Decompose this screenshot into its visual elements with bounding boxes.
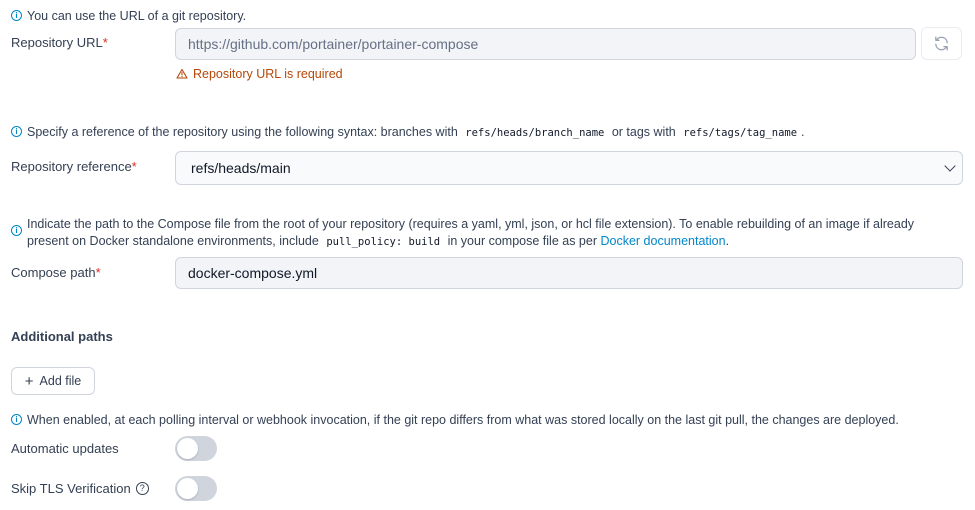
hint-text: or tags with <box>611 125 676 139</box>
add-file-button[interactable]: + Add file <box>11 367 95 395</box>
repo-url-placeholder: https://github.com/portainer/portainer-c… <box>188 36 479 52</box>
hint-text: . <box>725 234 730 248</box>
repo-ref-select[interactable]: refs/heads/main <box>175 151 963 185</box>
repo-ref-hint-text: Specify a reference of the repository us… <box>27 124 805 142</box>
repo-url-error: Repository URL is required <box>176 67 343 81</box>
auto-updates-label: Automatic updates <box>11 441 119 456</box>
docker-documentation-link[interactable]: Docker documentation <box>600 234 725 248</box>
chevron-down-icon <box>944 160 956 172</box>
repo-url-label-text: Repository URL <box>11 35 103 50</box>
info-icon: i <box>11 414 22 425</box>
info-icon: i <box>11 126 22 137</box>
compose-path-input[interactable]: docker-compose.yml <box>175 257 963 289</box>
skip-tls-toggle[interactable] <box>175 476 217 501</box>
auto-updates-hint: i When enabled, at each polling interval… <box>11 412 899 429</box>
hint-text: in your compose file as per <box>447 234 597 248</box>
skip-tls-label: Skip TLS Verification ? <box>11 481 149 496</box>
repo-url-input[interactable]: https://github.com/portainer/portainer-c… <box>175 28 916 60</box>
compose-path-label-text: Compose path <box>11 265 96 280</box>
hint-text: . <box>801 125 805 139</box>
repo-url-hint-text: You can use the URL of a git repository. <box>27 9 247 23</box>
toggle-knob <box>177 478 198 499</box>
repo-ref-value: refs/heads/main <box>191 160 291 176</box>
hint-code: pull_policy: build <box>326 236 441 248</box>
plus-icon: + <box>24 372 34 390</box>
auto-updates-toggle[interactable] <box>175 436 217 461</box>
toggle-knob <box>177 438 198 459</box>
info-icon: i <box>11 225 22 236</box>
alert-triangle-icon <box>176 68 188 79</box>
hint-code: refs/heads/branch_name <box>465 127 605 139</box>
hint-code: refs/tags/tag_name <box>683 127 798 139</box>
refresh-icon <box>935 36 948 51</box>
compose-path-hint: i Indicate the path to the Compose file … <box>11 216 951 251</box>
auto-updates-hint-text: When enabled, at each polling interval o… <box>27 413 899 427</box>
compose-path-label: Compose path* <box>11 265 101 280</box>
add-file-label: Add file <box>39 374 82 388</box>
hint-text: Indicate the path to the Compose file fr… <box>27 217 915 231</box>
required-mark: * <box>131 159 137 174</box>
additional-paths-title: Additional paths <box>11 329 113 344</box>
required-mark: * <box>95 265 101 280</box>
repo-ref-label-text: Repository reference <box>11 159 132 174</box>
hint-text: present on Docker standalone environment… <box>27 234 319 248</box>
repo-url-error-text: Repository URL is required <box>193 67 343 81</box>
repo-url-hint: i You can use the URL of a git repositor… <box>11 8 246 25</box>
required-mark: * <box>102 35 108 50</box>
repo-ref-hint: i Specify a reference of the repository … <box>11 124 805 142</box>
compose-path-hint-text: Indicate the path to the Compose file fr… <box>27 216 914 251</box>
refresh-button[interactable] <box>921 27 962 60</box>
hint-text: Specify a reference of the repository us… <box>27 125 458 139</box>
repo-url-label: Repository URL* <box>11 35 108 50</box>
question-circle-icon[interactable]: ? <box>135 482 149 495</box>
skip-tls-label-text: Skip TLS Verification <box>11 481 131 496</box>
info-icon: i <box>11 10 22 21</box>
compose-path-value: docker-compose.yml <box>188 265 318 281</box>
repo-ref-label: Repository reference* <box>11 159 137 174</box>
